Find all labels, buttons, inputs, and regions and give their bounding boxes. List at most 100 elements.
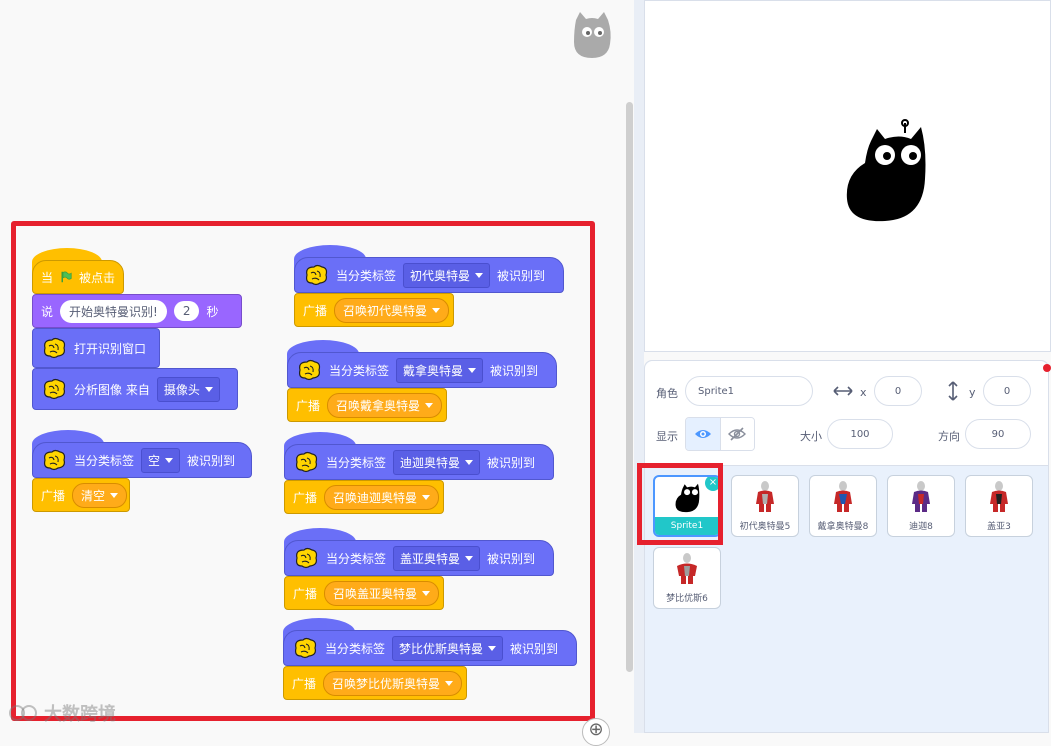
show-button[interactable] [686,418,721,450]
block-text: 被识别到 [187,453,236,468]
dropdown-value: 空 [148,453,161,468]
code-workspace[interactable]: 当 被点击 说 开始奥特曼识别! 2 秒 打开识别窗口 分析图像 来自 摄像头 … [0,0,634,746]
block-text: 广播 [293,490,318,505]
broadcast-dropdown[interactable]: 清空 [72,482,128,508]
show-label: 显示 [656,430,678,443]
sprite-tile[interactable]: 盖亚3 [965,475,1033,537]
when-label-recognized-block[interactable]: 当分类标签 空 被识别到 [32,442,252,478]
broadcast-dropdown[interactable]: 召唤初代奥特曼 [334,297,450,323]
image-source-dropdown[interactable]: 摄像头 [156,376,220,402]
sprite-tile[interactable]: 梦比优斯6 [653,547,721,609]
block-text: 广播 [296,398,321,413]
brain-icon [294,637,317,659]
hide-button[interactable] [720,418,754,450]
block-text: 被点击 [78,270,115,285]
when-label-recognized-block[interactable]: 当分类标签 戴拿奥特曼 被识别到 [287,352,557,388]
chevron-down-icon [475,272,484,278]
dropdown-value: 召唤迪迦奥特曼 [333,490,418,505]
when-label-recognized-block[interactable]: 当分类标签 初代奥特曼 被识别到 [294,257,564,293]
block-text: 当分类标签 [336,268,397,283]
dropdown-value: 清空 [81,488,106,503]
ultraman-figure-icon [677,553,697,584]
broadcast-dropdown[interactable]: 召唤戴拿奥特曼 [327,392,443,418]
scratch-cat-icon [574,12,611,58]
say-for-secs-block[interactable]: 说 开始奥特曼识别! 2 秒 [32,294,242,328]
block-text: 广播 [41,488,66,503]
ultraman-figure-icon [912,481,930,512]
analyze-image-block[interactable]: 分析图像 来自 摄像头 [32,368,238,410]
broadcast-block[interactable]: 广播 召唤梦比优斯奥特曼 [283,666,467,700]
watermark: 大数跨境 [8,700,116,726]
broadcast-dropdown[interactable]: 召唤梦比优斯奥特曼 [323,670,463,696]
dropdown-value: 迪迦奥特曼 [400,455,461,470]
chevron-down-icon [165,457,174,463]
sprite-tile[interactable]: 戴拿奥特曼8 [809,475,877,537]
broadcast-dropdown[interactable]: 召唤迪迦奥特曼 [324,484,440,510]
when-label-recognized-block[interactable]: 当分类标签 梦比优斯奥特曼 被识别到 [283,630,577,666]
dropdown-value: 召唤梦比优斯奥特曼 [332,676,441,691]
brain-icon [43,449,66,471]
block-text: 广播 [303,303,328,318]
sprite-pane: 角色 Sprite1 x 0 y 0 显示 大小 100 方向 90 × Spr… [637,360,1049,733]
sprite-tile-label: 梦比优斯6 [666,594,708,604]
label-dropdown[interactable]: 戴拿奥特曼 [396,357,484,383]
watermark-logo-icon [9,705,37,721]
size-input[interactable]: 100 [827,419,893,449]
chevron-down-icon [468,367,477,373]
block-text: 当分类标签 [326,455,387,470]
when-label-recognized-block[interactable]: 当分类标签 迪迦奥特曼 被识别到 [284,444,554,480]
brain-icon [43,378,66,400]
y-input[interactable]: 0 [983,376,1031,406]
broadcast-dropdown[interactable]: 召唤盖亚奥特曼 [324,580,440,606]
dropdown-value: 召唤盖亚奥特曼 [333,586,418,601]
zoom-in-button[interactable]: ⊕ [582,718,610,746]
size-label: 大小 [800,430,822,443]
block-text: 被识别到 [497,268,546,283]
broadcast-block[interactable]: 广播 召唤戴拿奥特曼 [287,388,447,422]
broadcast-block[interactable]: 广播 召唤盖亚奥特曼 [284,576,444,610]
chevron-down-icon [422,590,431,596]
sprite-name-input[interactable]: Sprite1 [685,376,813,406]
sprite-tile[interactable]: 初代奥特曼5 [731,475,799,537]
label-dropdown[interactable]: 盖亚奥特曼 [393,545,481,571]
brain-icon [295,547,318,569]
broadcast-block[interactable]: 广播 召唤迪迦奥特曼 [284,480,444,514]
brain-icon [43,337,66,359]
block-text: 被识别到 [487,455,536,470]
when-label-recognized-block[interactable]: 当分类标签 盖亚奥特曼 被识别到 [284,540,554,576]
label-dropdown[interactable]: 初代奥特曼 [403,262,491,288]
ultraman-figure-icon [756,481,774,512]
ultraman-figure-icon [990,481,1008,512]
label-dropdown[interactable]: 梦比优斯奥特曼 [392,635,504,661]
dropdown-value: 初代奥特曼 [410,268,471,283]
x-input[interactable]: 0 [874,376,922,406]
open-recognition-window-block[interactable]: 打开识别窗口 [32,328,160,368]
sprite-tile[interactable]: 迪迦8 [887,475,955,537]
brain-icon [298,359,321,381]
block-text: 说 [41,304,54,319]
brain-icon [305,264,328,286]
chevron-down-icon [445,680,454,686]
visibility-toggle [685,417,755,451]
eye-slash-icon [728,427,747,441]
workspace-scrollbar[interactable] [626,102,633,672]
block-text: 被识别到 [490,363,539,378]
broadcast-block[interactable]: 广播 召唤初代奥特曼 [294,293,454,327]
secs-input[interactable]: 2 [173,301,200,321]
sprite-tile-label: 迪迦8 [909,522,933,532]
eye-icon [694,430,711,438]
sprite-cat-icon [846,119,926,222]
y-label: y [969,386,976,399]
chevron-down-icon [488,645,497,651]
label-dropdown[interactable]: 迪迦奥特曼 [393,449,481,475]
stage[interactable] [644,0,1051,352]
when-flag-clicked-block[interactable]: 当 被点击 [32,260,124,294]
label-dropdown[interactable]: 空 [141,447,181,473]
say-text-input[interactable]: 开始奥特曼识别! [60,299,167,323]
dropdown-value: 摄像头 [163,382,200,397]
dropdown-value: 盖亚奥特曼 [400,551,461,566]
direction-input[interactable]: 90 [965,419,1031,449]
broadcast-block[interactable]: 广播 清空 [32,478,130,512]
green-flag-icon [61,271,72,283]
panel-divider [634,0,644,733]
